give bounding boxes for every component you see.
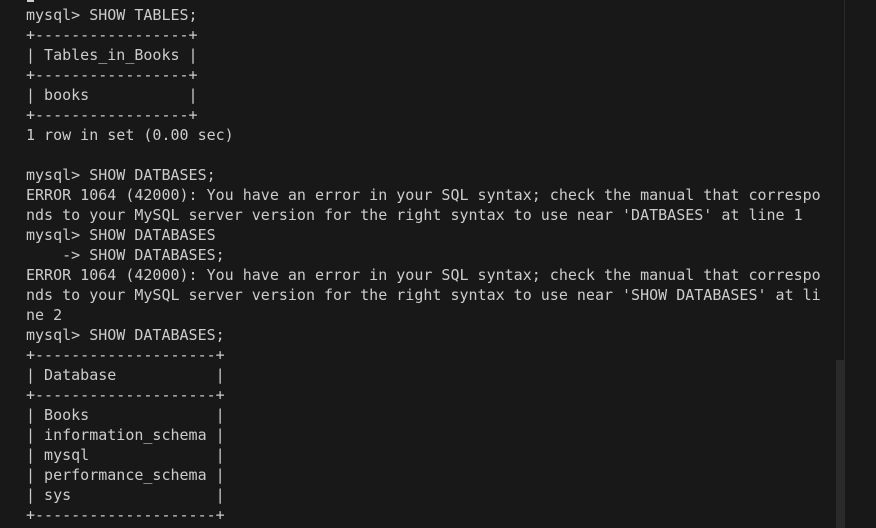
terminal-line: | information_schema | (26, 426, 225, 444)
terminal-line: +--------------------+ (26, 346, 225, 364)
terminal-line: | books | (26, 86, 198, 104)
terminal-line: mysql> SHOW DATBASES; (26, 166, 216, 184)
terminal-line: nds to your MySQL server version for the… (26, 206, 803, 224)
terminal-line: mysql> SHOW DATABASES (26, 226, 216, 244)
terminal-line: +--------------------+ (26, 386, 225, 404)
terminal-line: | Database | (26, 366, 225, 384)
terminal-line: +-----------------+ (26, 66, 198, 84)
terminal-line: | Tables_in_Books | (26, 46, 198, 64)
vertical-scrollbar[interactable] (836, 360, 845, 528)
terminal-line: ne 2 (26, 306, 63, 324)
terminal-line: +-----------------+ (26, 106, 198, 124)
terminal-line: +-----------------+ (26, 26, 198, 44)
terminal-line: ERROR 1064 (42000): You have an error in… (26, 186, 821, 204)
terminal-line: | Books | (26, 406, 225, 424)
terminal-line: | sys | (26, 486, 225, 504)
terminal-cursor (27, 0, 34, 2)
terminal-line: -> SHOW DATABASES; (26, 246, 225, 264)
terminal-line: mysql> SHOW DATABASES; (26, 326, 225, 344)
terminal-output[interactable]: mysql> SHOW TABLES; +-----------------+ | … (26, 5, 821, 525)
terminal-line: +--------------------+ (26, 506, 225, 524)
terminal-line: 1 row in set (0.00 sec) (26, 126, 234, 144)
terminal-line: nds to your MySQL server version for the… (26, 286, 821, 304)
terminal-line: ERROR 1064 (42000): You have an error in… (26, 266, 821, 284)
terminal-line: mysql> SHOW TABLES; (26, 6, 198, 24)
terminal-line: | mysql | (26, 446, 225, 464)
terminal-line: | performance_schema | (26, 466, 225, 484)
